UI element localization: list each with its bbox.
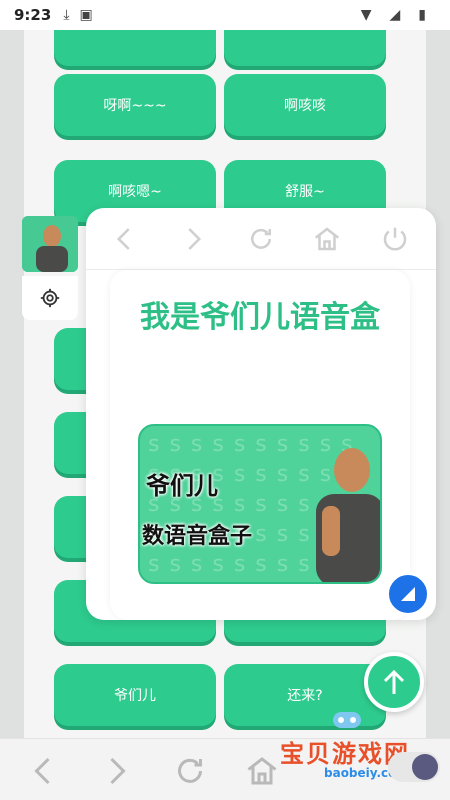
- back-icon[interactable]: [110, 224, 140, 254]
- sound-button[interactable]: 爷们儿: [54, 664, 216, 726]
- forward-icon[interactable]: [98, 753, 134, 789]
- sound-button-label: 舒服~: [285, 184, 325, 200]
- floating-toolbar: [86, 208, 436, 270]
- voice-box-banner[interactable]: sssssssssssssssssssssssssssss sssssssss ss…: [138, 424, 382, 584]
- toggle-knob: [412, 754, 438, 780]
- power-icon[interactable]: [380, 224, 410, 254]
- gear-icon: [40, 288, 60, 308]
- settings-button[interactable]: [22, 276, 78, 320]
- banner-text-line2: 数语音盒子: [142, 524, 253, 549]
- forward-icon[interactable]: [178, 224, 208, 254]
- gamepad-icon: [333, 712, 361, 728]
- sound-button-label: 呀啊~~~: [103, 98, 167, 114]
- card-title: 我是爷们儿语音盒: [140, 300, 380, 335]
- status-bar: 9:23 ⤓ ▣ ▼ ◢ ▮: [0, 0, 450, 30]
- intro-card: 我是爷们儿语音盒 sssssssssssssssssssssssssssss ss…: [110, 270, 410, 620]
- sound-button[interactable]: [54, 30, 216, 66]
- status-time: 9:23: [14, 6, 52, 24]
- sound-button-label: 啊咳咳: [284, 98, 326, 114]
- sound-button[interactable]: 啊咳咳: [224, 74, 386, 136]
- banner-text-line1: 爷们儿: [146, 472, 218, 500]
- app-notification-icon: ▣: [79, 7, 93, 23]
- sound-button-label: 爷们儿: [114, 688, 156, 704]
- resize-button[interactable]: [386, 572, 430, 616]
- sound-button-label: 啊咳嗯~: [108, 184, 162, 200]
- refresh-icon[interactable]: [246, 224, 276, 254]
- wifi-icon: ▼: [360, 7, 372, 23]
- person-photo-icon: [316, 448, 380, 582]
- download-icon: ⤓: [63, 7, 70, 23]
- floating-avatar[interactable]: [22, 216, 78, 272]
- resize-corner-icon: [401, 587, 415, 601]
- floating-window: 我是爷们儿语音盒 sssssssssssssssssssssssssssss ss…: [86, 208, 436, 620]
- home-icon[interactable]: [244, 753, 280, 789]
- person-avatar-icon: [22, 216, 78, 272]
- battery-icon: ▮: [418, 7, 426, 23]
- signal-icon: ◢: [389, 7, 401, 23]
- refresh-icon[interactable]: [172, 753, 208, 789]
- home-icon[interactable]: [312, 224, 342, 254]
- sound-button[interactable]: 呀啊~~~: [54, 74, 216, 136]
- toggle-switch[interactable]: [388, 752, 440, 782]
- back-icon[interactable]: [26, 753, 62, 789]
- sound-button[interactable]: [224, 30, 386, 66]
